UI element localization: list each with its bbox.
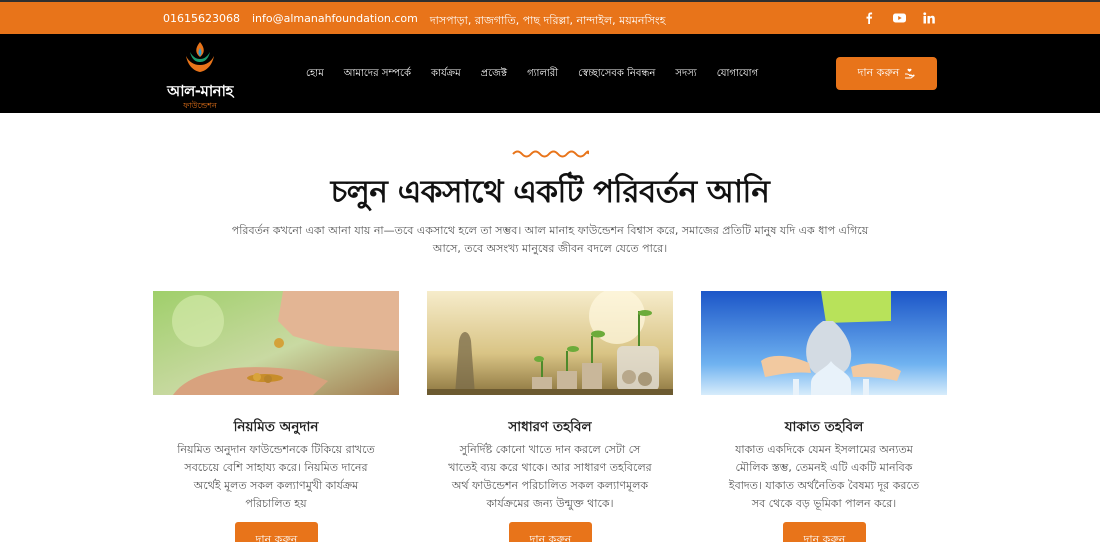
logo-subtitle: ফাউন্ডেশন [183, 101, 217, 110]
card-image [153, 291, 399, 395]
card-description: সুনির্দিষ্ট কোনো খাতে দান করলে সেটা সে খ… [448, 443, 652, 510]
donate-button[interactable]: দান করুন [836, 57, 937, 90]
top-bar: 01615623068 info@almanahfoundation.com দ… [0, 0, 1100, 34]
facebook-icon[interactable] [862, 11, 876, 25]
page-title: চলুন একসাথে একটি পরিবর্তন আনি [330, 174, 770, 210]
card-regular-donation: নিয়মিত অনুদান নিয়মিত অনুদান ফাউন্ডেশনক… [153, 291, 399, 542]
social-links [862, 11, 936, 25]
card-donate-button[interactable]: দান করুন [509, 522, 592, 542]
nav-item-home[interactable]: হোম [306, 66, 324, 83]
card-title: সাধারণ তহবিল [508, 419, 592, 435]
card-zakat-fund: যাকাত তহবিল যাকাত একদিকে যেমন ইসলামের অন… [701, 291, 947, 542]
nav-item-gallery[interactable]: গ্যালারী [527, 66, 558, 83]
card-image [701, 291, 947, 395]
contact-info: 01615623068 info@almanahfoundation.com দ… [163, 12, 665, 31]
nav-item-projects[interactable]: প্রজেক্ট [481, 66, 507, 83]
card-donate-button[interactable]: দান করুন [235, 522, 318, 542]
linkedin-icon[interactable] [922, 11, 936, 25]
card-general-fund: সাধারণ তহবিল সুনির্দিষ্ট কোনো খাতে দান ক… [427, 291, 673, 542]
youtube-icon[interactable] [892, 11, 906, 25]
nav-item-members[interactable]: সদস্য [675, 66, 696, 83]
nav-item-activities[interactable]: কার্যক্রম [431, 66, 461, 83]
card-description: নিয়মিত অনুদান ফাউন্ডেশনকে টিকিয়ে রাখতে… [177, 443, 375, 510]
main-navbar: আল-মানাহ ফাউন্ডেশন হোম আমাদের সম্পর্কে ক… [0, 34, 1100, 113]
nav-item-volunteer[interactable]: স্বেচ্ছাসেবক নিবন্ধন [578, 66, 655, 83]
address-text: দাসপাড়া, রাজগাতি, পাছ দরিল্লা, নান্দাইল… [429, 14, 666, 27]
donate-button-label: দান করুন [857, 66, 900, 79]
hand-heart-icon [905, 68, 915, 79]
site-logo[interactable]: আল-মানাহ ফাউন্ডেশন [162, 40, 238, 110]
card-image [427, 291, 673, 395]
main-menu: হোম আমাদের সম্পর্কে কার্যক্রম প্রজেক্ট গ… [306, 66, 758, 83]
logo-hands-icon [186, 42, 214, 72]
card-title: যাকাত তহবিল [784, 419, 864, 435]
decorative-wave [512, 150, 589, 158]
nav-item-about[interactable]: আমাদের সম্পর্কে [344, 66, 411, 83]
phone-number[interactable]: 01615623068 [163, 12, 240, 31]
card-title: নিয়মিত অনুদান [233, 419, 319, 435]
card-donate-button[interactable]: দান করুন [783, 522, 866, 542]
email-address[interactable]: info@almanahfoundation.com [252, 12, 418, 31]
card-description: যাকাত একদিকে যেমন ইসলামের অন্যতম মৌলিক স… [728, 443, 920, 510]
nav-item-contact[interactable]: যোগাযোগ [717, 66, 758, 83]
intro-text: পরিবর্তন কখনো একা আনা যায় না—তবে একসাথে… [231, 224, 869, 255]
